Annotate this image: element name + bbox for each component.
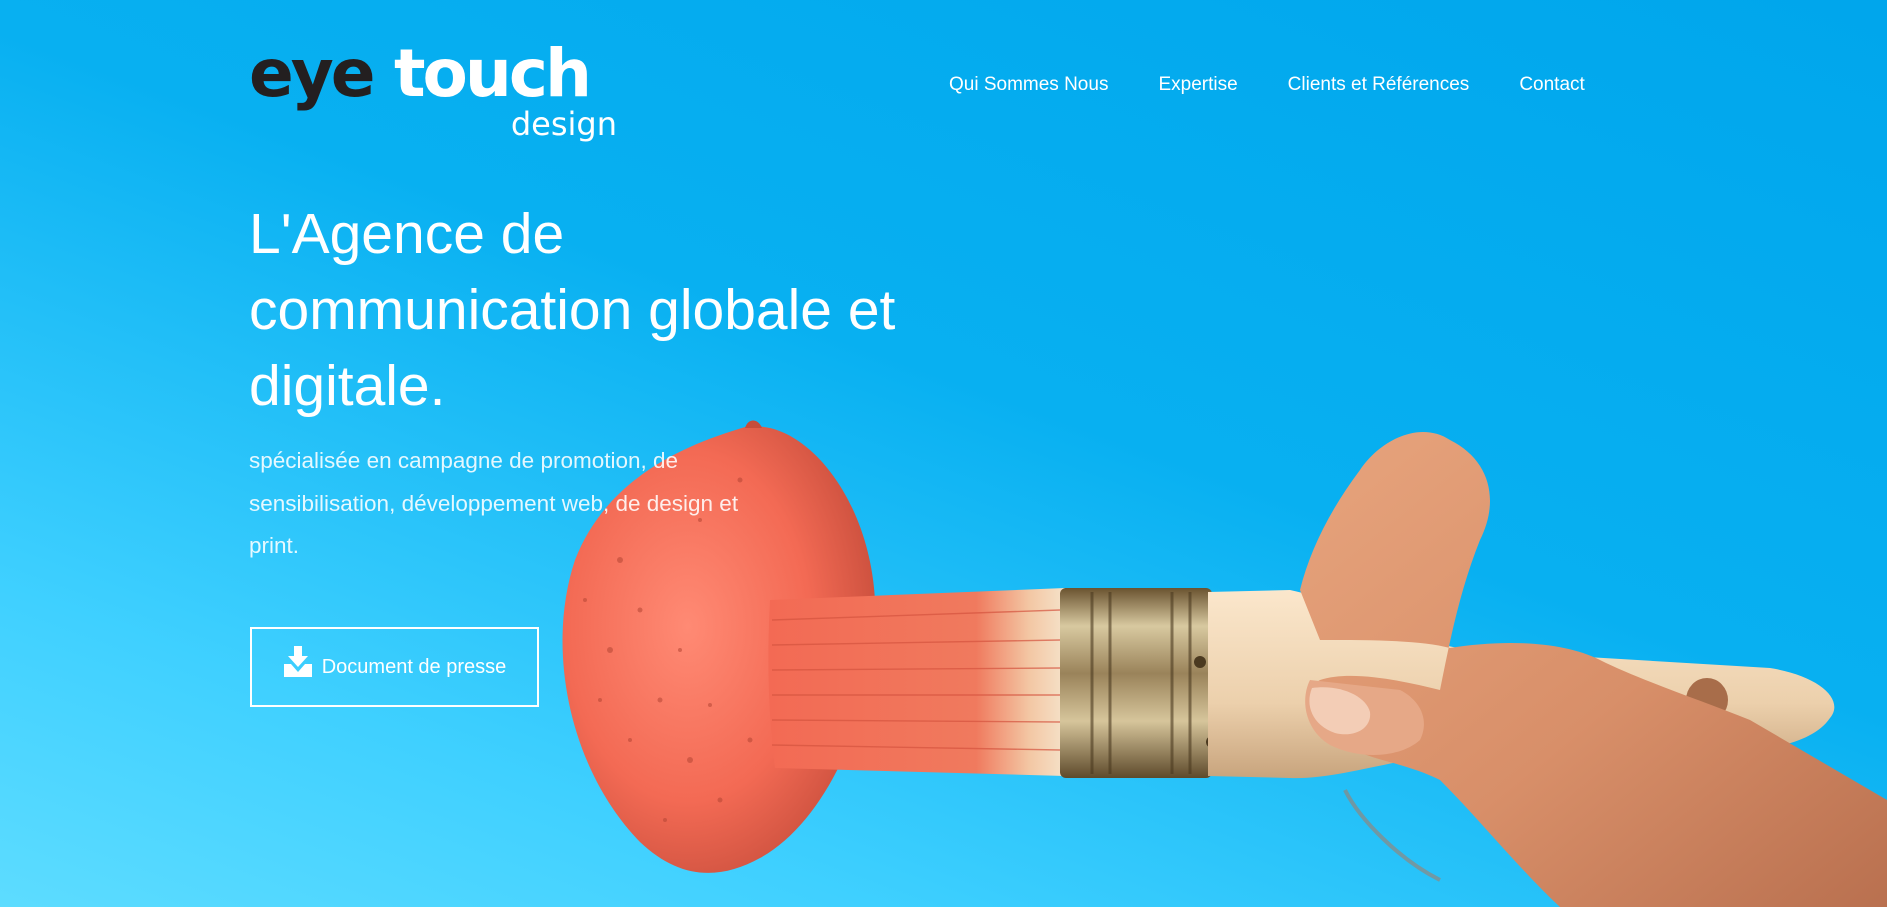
- subtitle-line: print.: [249, 533, 300, 558]
- eyetouch-logo[interactable]: eye touch design: [249, 40, 619, 144]
- press-document-label: Document de presse: [321, 655, 507, 678]
- headline-line: communication globale et: [249, 278, 896, 342]
- nav-item-contact[interactable]: Contact: [1519, 74, 1584, 96]
- brush-ferrule: [1060, 588, 1218, 778]
- brush-bristles: [768, 588, 1065, 776]
- logo-text-eye: eye: [249, 40, 373, 112]
- download-icon: [283, 646, 313, 678]
- headline-line: digitale.: [249, 354, 446, 418]
- nav-item-expertise[interactable]: Expertise: [1158, 74, 1237, 96]
- hero-headline: L'Agence de communication globale et dig…: [249, 196, 1049, 424]
- headline-line: L'Agence de: [249, 202, 565, 266]
- press-document-button[interactable]: Document de presse: [250, 627, 539, 707]
- logo-text-touch: touch: [394, 40, 589, 112]
- hero-subtitle: spécialisée en campagne de promotion, de…: [249, 440, 829, 568]
- subtitle-line: spécialisée en campagne de promotion, de: [249, 448, 679, 473]
- nav-item-clients-references[interactable]: Clients et Références: [1288, 74, 1470, 96]
- main-navigation: Qui Sommes Nous Expertise Clients et Réf…: [949, 74, 1585, 96]
- nav-item-qui-sommes-nous[interactable]: Qui Sommes Nous: [949, 74, 1108, 96]
- subtitle-line: sensibilisation, développement web, de d…: [249, 490, 739, 516]
- logo-text-design: design: [511, 105, 617, 143]
